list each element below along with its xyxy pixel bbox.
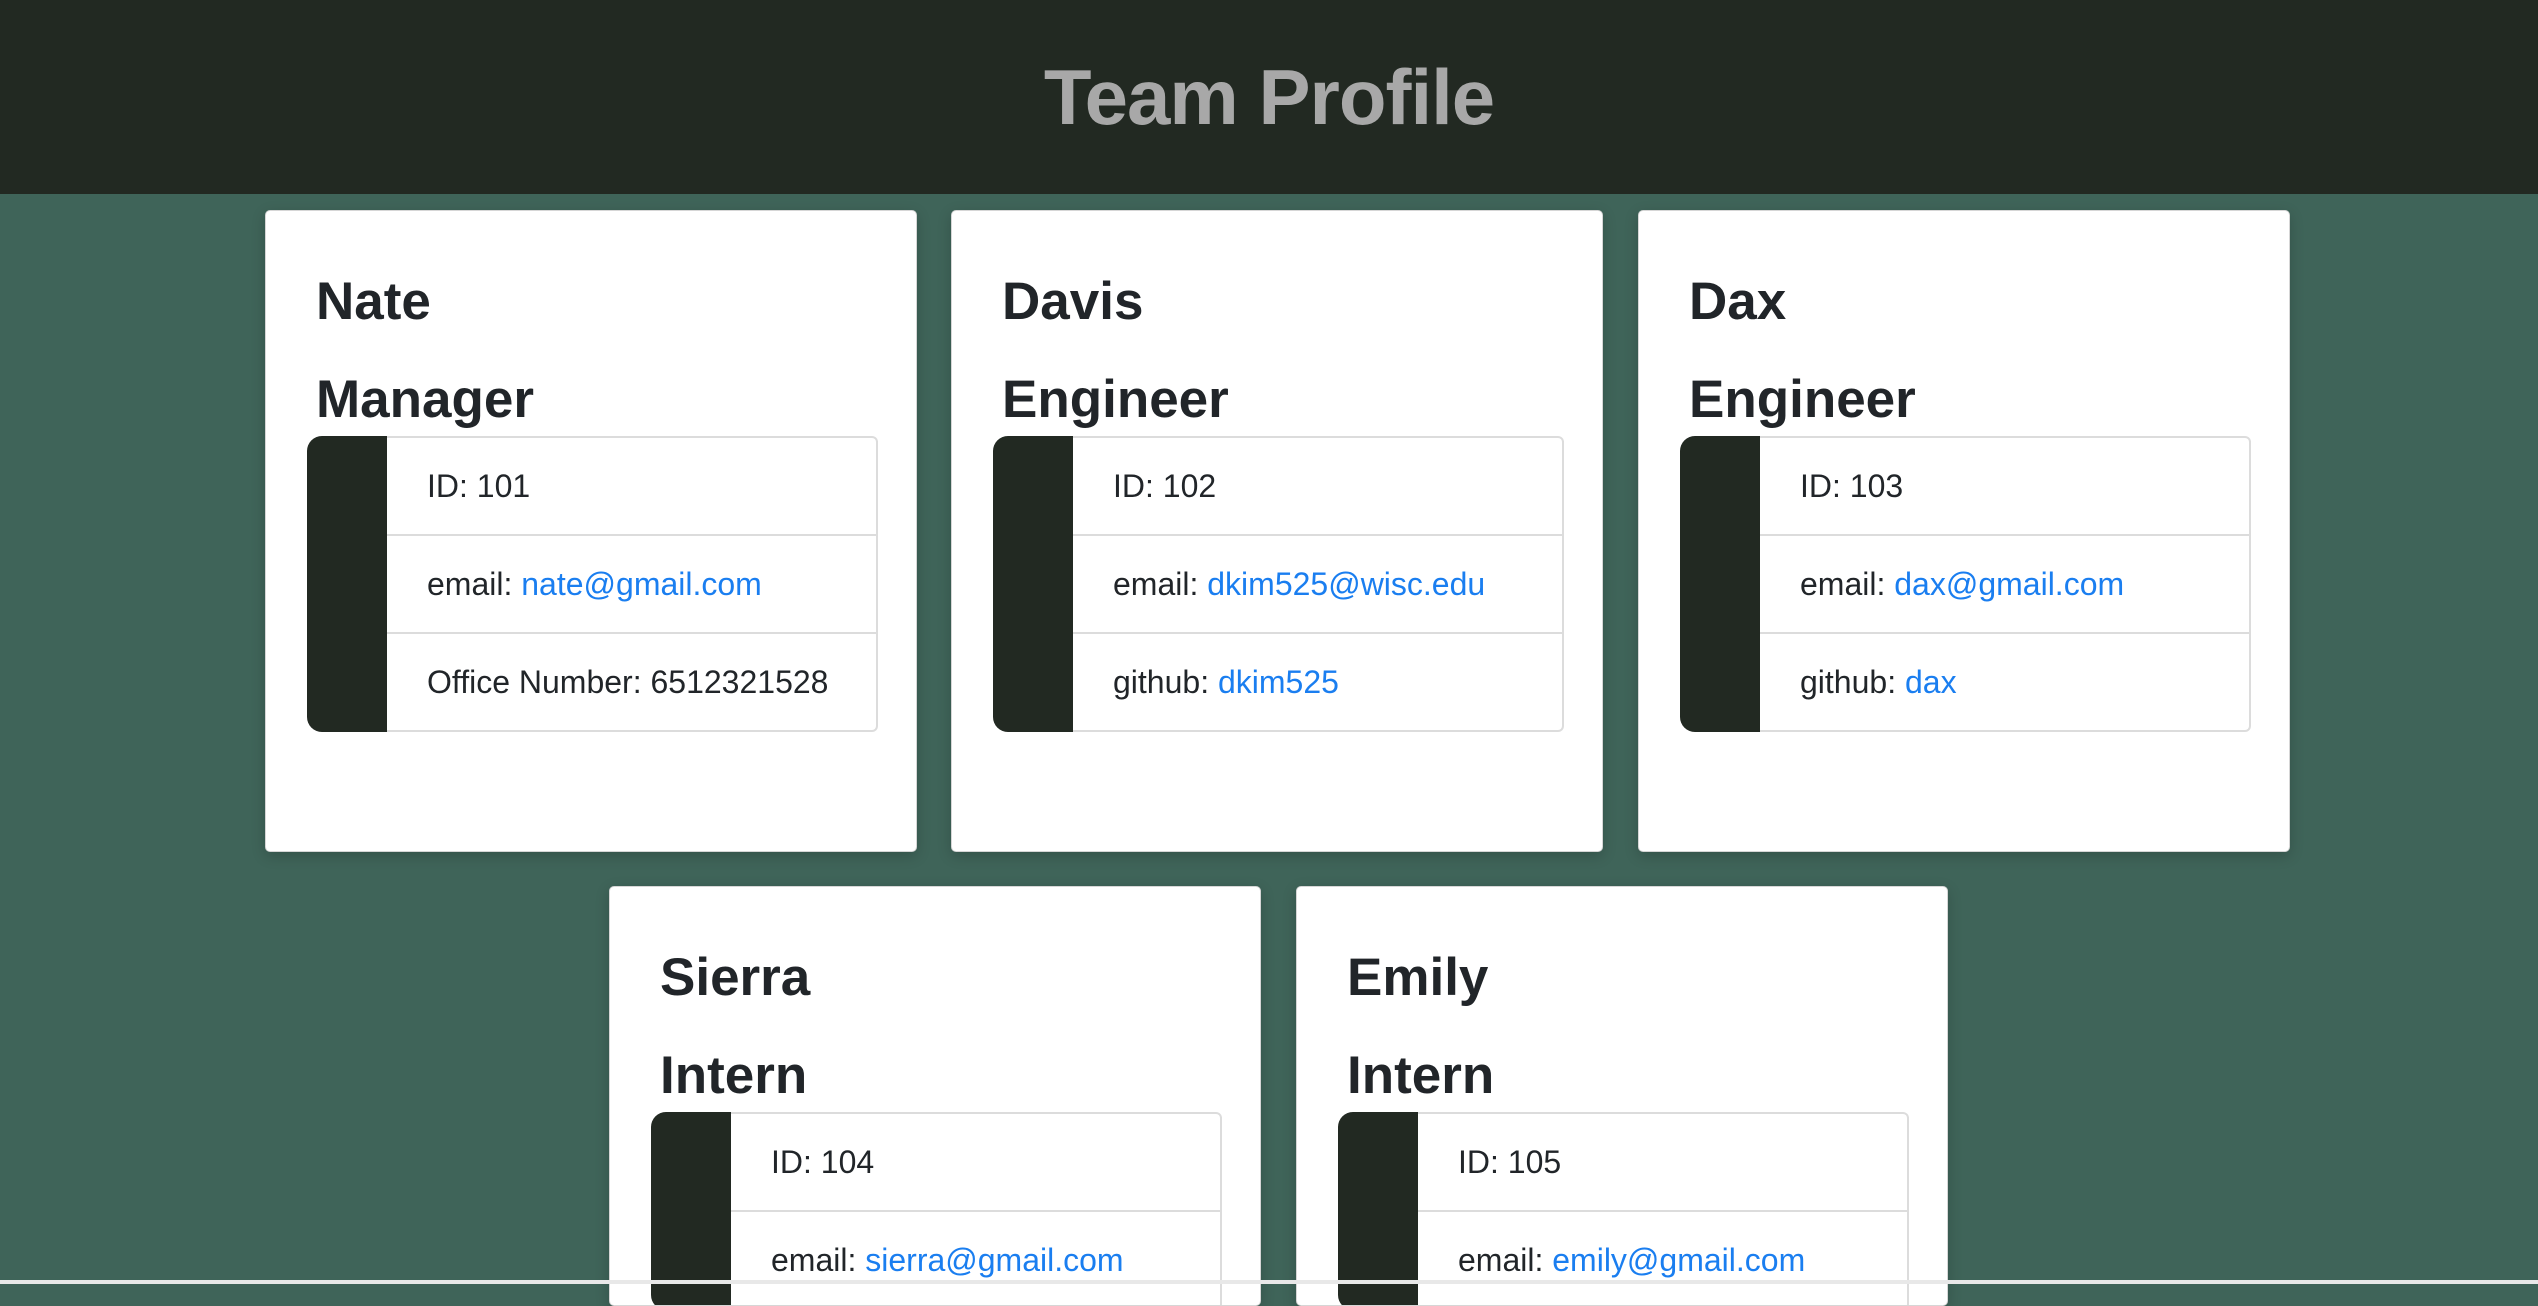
employee-name: Davis	[1002, 272, 1144, 331]
email-item: email: dax@gmail.com	[1760, 536, 2249, 634]
employee-card-dax: Dax Engineer ID: 103 email: dax@gmail.co…	[1638, 210, 2290, 852]
office-number-item: Office Number: 6512321528	[387, 634, 876, 730]
email-label: email:	[1458, 1242, 1553, 1278]
id-label: ID:	[427, 468, 477, 504]
employee-info: ID: 105 email: emily@gmail.com	[1338, 1112, 1909, 1305]
email-label: email:	[771, 1242, 866, 1278]
github-label: github:	[1800, 664, 1905, 700]
page-header: Team Profile	[0, 0, 2538, 194]
id-item: ID: 101	[387, 438, 876, 536]
info-list: ID: 103 email: dax@gmail.com github: dax	[1760, 436, 2251, 732]
id-value: 103	[1849, 468, 1904, 504]
id-value: 102	[1162, 468, 1217, 504]
email-link[interactable]: nate@gmail.com	[521, 566, 762, 602]
email-link[interactable]: dkim525@wisc.edu	[1207, 566, 1485, 602]
email-item: email: dkim525@wisc.edu	[1073, 536, 1562, 634]
employee-role: Engineer	[1689, 370, 1916, 429]
info-list: ID: 101 email: nate@gmail.com Office Num…	[387, 436, 878, 732]
email-item: email: sierra@gmail.com	[731, 1212, 1220, 1305]
office-number-value: 6512321528	[650, 664, 829, 700]
id-label: ID:	[1800, 468, 1850, 504]
employee-name: Emily	[1347, 948, 1489, 1007]
employee-info: ID: 103 email: dax@gmail.com github: dax	[1680, 436, 2251, 732]
viewport-edge	[0, 1280, 2538, 1284]
github-item: github: dax	[1760, 634, 2249, 730]
employee-name: Nate	[316, 272, 431, 331]
employee-info: ID: 104 email: sierra@gmail.com	[651, 1112, 1222, 1305]
employee-info: ID: 102 email: dkim525@wisc.edu github: …	[993, 436, 1564, 732]
employee-card-nate: Nate Manager ID: 101 email: nate@gmail.c…	[265, 210, 917, 852]
employee-role: Manager	[316, 370, 534, 429]
email-label: email:	[427, 566, 522, 602]
accent-strip	[1338, 1112, 1418, 1305]
employee-role: Engineer	[1002, 370, 1229, 429]
accent-strip	[307, 436, 387, 732]
github-link[interactable]: dax	[1905, 664, 1957, 700]
github-item: github: dkim525	[1073, 634, 1562, 730]
id-label: ID:	[1113, 468, 1163, 504]
email-link[interactable]: emily@gmail.com	[1552, 1242, 1805, 1278]
info-list: ID: 105 email: emily@gmail.com	[1418, 1112, 1909, 1305]
id-label: ID:	[1458, 1144, 1508, 1180]
employee-card-sierra: Sierra Intern ID: 104 email: sierra@gmai…	[609, 886, 1261, 1306]
github-link[interactable]: dkim525	[1218, 664, 1339, 700]
email-label: email:	[1800, 566, 1895, 602]
email-link[interactable]: sierra@gmail.com	[865, 1242, 1123, 1278]
employee-card-davis: Davis Engineer ID: 102 email: dkim525@wi…	[951, 210, 1603, 852]
id-value: 104	[820, 1144, 875, 1180]
id-item: ID: 102	[1073, 438, 1562, 536]
accent-strip	[993, 436, 1073, 732]
office-number-label: Office Number:	[427, 664, 651, 700]
accent-strip	[1680, 436, 1760, 732]
accent-strip	[651, 1112, 731, 1305]
info-list: ID: 102 email: dkim525@wisc.edu github: …	[1073, 436, 1564, 732]
email-item: email: emily@gmail.com	[1418, 1212, 1907, 1305]
employee-info: ID: 101 email: nate@gmail.com Office Num…	[307, 436, 878, 732]
employee-role: Intern	[660, 1046, 808, 1105]
id-item: ID: 103	[1760, 438, 2249, 536]
email-item: email: nate@gmail.com	[387, 536, 876, 634]
id-item: ID: 105	[1418, 1114, 1907, 1212]
id-value: 101	[476, 468, 531, 504]
id-item: ID: 104	[731, 1114, 1220, 1212]
employee-name: Sierra	[660, 948, 811, 1007]
id-label: ID:	[771, 1144, 821, 1180]
employee-name: Dax	[1689, 272, 1787, 331]
email-label: email:	[1113, 566, 1208, 602]
github-label: github:	[1113, 664, 1218, 700]
info-list: ID: 104 email: sierra@gmail.com	[731, 1112, 1222, 1305]
employee-card-emily: Emily Intern ID: 105 email: emily@gmail.…	[1296, 886, 1948, 1306]
email-link[interactable]: dax@gmail.com	[1894, 566, 2124, 602]
page-title: Team Profile	[1043, 52, 1495, 141]
id-value: 105	[1507, 1144, 1562, 1180]
employee-role: Intern	[1347, 1046, 1495, 1105]
